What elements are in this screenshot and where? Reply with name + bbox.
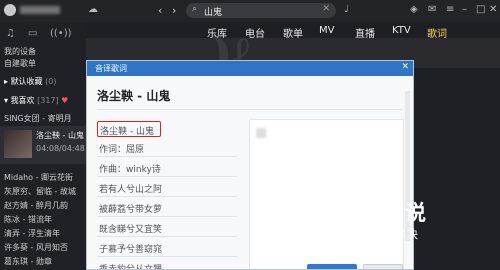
lyric-line[interactable]: 子慕予兮善窈窕 [97, 239, 237, 257]
lyric-line[interactable]: 既含睇兮又宜笑 [97, 219, 237, 237]
search-input[interactable]: 山鬼 [204, 5, 222, 18]
tab-lyrics[interactable]: 歌词 [427, 25, 447, 40]
music-note-icon[interactable]: ♫ [6, 28, 15, 39]
default-fav-count: (0) [45, 77, 57, 86]
message-icon[interactable]: ✉ [428, 4, 436, 15]
minimize-icon[interactable]: – [462, 4, 467, 15]
close-icon[interactable]: ✕ [401, 62, 409, 72]
dialog-title: 音译歌词 [95, 64, 127, 73]
lyric-line-highlighted[interactable]: 洛尘鞅 - 山鬼 [97, 121, 161, 137]
radio-icon[interactable]: ((•)) [50, 28, 72, 39]
sidebar-item-custom-playlist[interactable]: 自建歌单 [4, 58, 36, 69]
song-heading: 洛尘鞅 - 山鬼 [97, 89, 171, 103]
sidebar-item-devices[interactable]: 我的设备 [4, 46, 36, 57]
tab-ktv[interactable]: KTV [392, 25, 411, 36]
list-item[interactable]: 清弄 - 浮生清年 [4, 228, 60, 239]
username-blurred [20, 6, 60, 14]
now-playing-time: 04:08/04:48 [36, 144, 85, 153]
tab-playlist[interactable]: 歌单 [283, 25, 303, 40]
translation-pane[interactable] [249, 119, 404, 269]
lyric-line[interactable]: 被薜荔兮带女萝 [97, 199, 237, 217]
watermark-logo: 百科全说 [332, 196, 466, 226]
list-item[interactable]: 赵方婧 - 醉月几韵 [4, 200, 68, 211]
list-item[interactable]: Midaho - 卿云花街 [4, 172, 73, 183]
lyric-line[interactable]: 作曲：winky诗 [97, 159, 237, 177]
watermark: 百科全说 助你轻松解决 [332, 196, 466, 244]
list-item[interactable]: 葛东琪 - 勋章 [4, 256, 52, 267]
back-arrow-icon[interactable]: ‹ [158, 4, 162, 17]
heart-icon: ♥ [61, 96, 69, 105]
shirt-icon[interactable]: ◈ [410, 4, 418, 15]
maximize-icon[interactable]: □ [476, 4, 485, 15]
my-likes-label: 我喜欢 [10, 96, 35, 105]
now-playing-title: 洛尘鞅 - 山鬼 [36, 131, 84, 140]
close-icon[interactable]: ✕ [489, 4, 497, 15]
cloud-icon[interactable]: ☁ [88, 4, 98, 15]
menu-icon[interactable]: ≡ [446, 4, 454, 15]
tab-mv[interactable]: MV [319, 25, 334, 36]
top-bar: ☁ ‹ › ⌕ 山鬼 ✕ ♩ ◈ ✉ ≡ – □ ✕ [0, 0, 500, 22]
dialog-titlebar: 音译歌词 ✕ [87, 61, 413, 76]
list-item[interactable]: 灰原穷、留临 - 故城 [4, 186, 76, 197]
watermark-title: 百科全说 [336, 201, 428, 225]
now-playing[interactable]: 洛尘鞅 - 山鬼 04:08/04:48 [0, 126, 86, 164]
lyric-line[interactable]: 作词：屈原 [97, 139, 237, 157]
device-icon[interactable]: ▭ [28, 28, 37, 39]
cancel-button[interactable] [363, 264, 403, 269]
forward-arrow-icon[interactable]: › [172, 4, 176, 17]
lyric-line[interactable]: 乘赤豹兮从文狸 [97, 259, 237, 269]
mic-icon[interactable]: ♩ [344, 4, 349, 15]
search-box[interactable]: ⌕ 山鬼 ✕ [186, 3, 336, 18]
default-fav-label: 默认收藏 [10, 77, 43, 86]
lyric-line[interactable]: 若有人兮山之阿 [97, 179, 237, 197]
close-icon[interactable]: ✕ [322, 4, 330, 14]
tab-library[interactable]: 乐库 [207, 25, 227, 40]
watermark-subtitle: 助你轻松解决 [342, 228, 420, 241]
sidebar-item-default-fav[interactable]: ▸ 默认收藏 (0) [4, 76, 56, 87]
divider [97, 109, 402, 110]
avatar[interactable] [4, 4, 16, 16]
sidebar: ♫ ▭ ((•)) 我的设备 自建歌单 ▸ 默认收藏 (0) ▾ 我喜欢 [31… [0, 22, 86, 270]
sidebar-item-my-likes[interactable]: ▾ 我喜欢 [317] ♥ [4, 95, 68, 106]
blurred-content [256, 128, 266, 138]
list-item[interactable]: 陈冰 - 错流年 [4, 214, 52, 225]
confirm-button[interactable] [307, 264, 357, 269]
tab-live[interactable]: 直播 [355, 25, 375, 40]
search-icon: ⌕ [192, 4, 198, 14]
tab-radio[interactable]: 电台 [245, 25, 265, 40]
my-likes-count: [317] [37, 96, 59, 105]
album-cover [4, 130, 32, 158]
list-item[interactable]: SING女团 - 寄明月 [4, 113, 72, 124]
list-item[interactable]: 许多葵 - 风月知否 [4, 242, 68, 253]
